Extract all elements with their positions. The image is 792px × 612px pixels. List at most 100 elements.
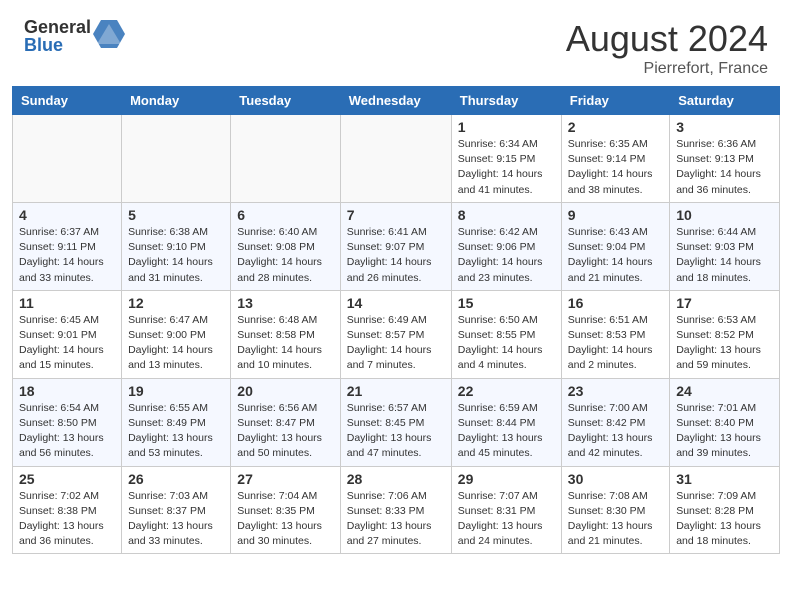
- day-number: 12: [128, 295, 224, 311]
- day-number: 23: [568, 383, 663, 399]
- calendar-day-cell: 3 Sunrise: 6:36 AM Sunset: 9:13 PM Daylig…: [670, 115, 780, 203]
- location: Pierrefort, France: [566, 60, 768, 78]
- day-number: 27: [237, 471, 333, 487]
- calendar-day-cell: 25 Sunrise: 7:02 AM Sunset: 8:38 PM Dayli…: [13, 466, 122, 554]
- day-info: Sunrise: 6:56 AM Sunset: 8:47 PM Dayligh…: [237, 401, 333, 462]
- day-number: 14: [347, 295, 445, 311]
- calendar-day-cell: [13, 115, 122, 203]
- day-number: 24: [676, 383, 773, 399]
- calendar-day-cell: 31 Sunrise: 7:09 AM Sunset: 8:28 PM Dayli…: [670, 466, 780, 554]
- day-number: 10: [676, 207, 773, 223]
- calendar-day-cell: 5Sunrise: 6:38 AM Sunset: 9:10 PM Daylig…: [122, 202, 231, 290]
- calendar-day-cell: 20 Sunrise: 6:56 AM Sunset: 8:47 PM Dayli…: [231, 378, 340, 466]
- calendar-day-cell: 15 Sunrise: 6:50 AM Sunset: 8:55 PM Dayli…: [451, 290, 561, 378]
- day-info: Sunrise: 6:43 AM Sunset: 9:04 PM Dayligh…: [568, 225, 663, 286]
- calendar-week-row: 11Sunrise: 6:45 AM Sunset: 9:01 PM Dayli…: [13, 290, 780, 378]
- calendar-day-cell: 6 Sunrise: 6:40 AM Sunset: 9:08 PM Daylig…: [231, 202, 340, 290]
- calendar-day-cell: 10 Sunrise: 6:44 AM Sunset: 9:03 PM Dayli…: [670, 202, 780, 290]
- day-info: Sunrise: 6:59 AM Sunset: 8:44 PM Dayligh…: [458, 401, 555, 462]
- day-info: Sunrise: 6:51 AM Sunset: 8:53 PM Dayligh…: [568, 313, 663, 374]
- day-info: Sunrise: 6:41 AM Sunset: 9:07 PM Dayligh…: [347, 225, 445, 286]
- day-number: 17: [676, 295, 773, 311]
- calendar-day-cell: 27 Sunrise: 7:04 AM Sunset: 8:35 PM Dayli…: [231, 466, 340, 554]
- day-info: Sunrise: 6:44 AM Sunset: 9:03 PM Dayligh…: [676, 225, 773, 286]
- day-info: Sunrise: 6:53 AM Sunset: 8:52 PM Dayligh…: [676, 313, 773, 374]
- day-info: Sunrise: 6:57 AM Sunset: 8:45 PM Dayligh…: [347, 401, 445, 462]
- day-info: Sunrise: 6:50 AM Sunset: 8:55 PM Dayligh…: [458, 313, 555, 374]
- day-info: Sunrise: 7:03 AM Sunset: 8:37 PM Dayligh…: [128, 489, 224, 550]
- day-number: 5: [128, 207, 224, 223]
- day-info: Sunrise: 7:00 AM Sunset: 8:42 PM Dayligh…: [568, 401, 663, 462]
- day-info: Sunrise: 7:01 AM Sunset: 8:40 PM Dayligh…: [676, 401, 773, 462]
- day-info: Sunrise: 6:48 AM Sunset: 8:58 PM Dayligh…: [237, 313, 333, 374]
- month-title: August 2024: [566, 18, 768, 60]
- day-number: 15: [458, 295, 555, 311]
- day-number: 3: [676, 119, 773, 135]
- calendar-day-cell: [122, 115, 231, 203]
- calendar-day-cell: 1Sunrise: 6:34 AM Sunset: 9:15 PM Daylig…: [451, 115, 561, 203]
- calendar-day-cell: 13 Sunrise: 6:48 AM Sunset: 8:58 PM Dayli…: [231, 290, 340, 378]
- day-info: Sunrise: 7:06 AM Sunset: 8:33 PM Dayligh…: [347, 489, 445, 550]
- day-number: 22: [458, 383, 555, 399]
- day-number: 26: [128, 471, 224, 487]
- day-number: 8: [458, 207, 555, 223]
- day-number: 18: [19, 383, 115, 399]
- day-number: 20: [237, 383, 333, 399]
- day-number: 4: [19, 207, 115, 223]
- calendar-day-header: Monday: [122, 87, 231, 115]
- calendar-day-cell: 19 Sunrise: 6:55 AM Sunset: 8:49 PM Dayli…: [122, 378, 231, 466]
- day-info: Sunrise: 6:36 AM Sunset: 9:13 PM Dayligh…: [676, 137, 773, 198]
- day-info: Sunrise: 7:09 AM Sunset: 8:28 PM Dayligh…: [676, 489, 773, 550]
- day-info: Sunrise: 6:35 AM Sunset: 9:14 PM Dayligh…: [568, 137, 663, 198]
- day-info: Sunrise: 6:42 AM Sunset: 9:06 PM Dayligh…: [458, 225, 555, 286]
- calendar-day-cell: 14 Sunrise: 6:49 AM Sunset: 8:57 PM Dayli…: [340, 290, 451, 378]
- calendar-day-cell: 17 Sunrise: 6:53 AM Sunset: 8:52 PM Dayli…: [670, 290, 780, 378]
- calendar-day-cell: 29Sunrise: 7:07 AM Sunset: 8:31 PM Dayli…: [451, 466, 561, 554]
- calendar-day-cell: 21 Sunrise: 6:57 AM Sunset: 8:45 PM Dayli…: [340, 378, 451, 466]
- title-area: August 2024 Pierrefort, France: [566, 18, 768, 78]
- calendar-week-row: 25 Sunrise: 7:02 AM Sunset: 8:38 PM Dayli…: [13, 466, 780, 554]
- logo-text: General Blue: [24, 18, 91, 54]
- calendar-day-cell: 18Sunrise: 6:54 AM Sunset: 8:50 PM Dayli…: [13, 378, 122, 466]
- day-number: 6: [237, 207, 333, 223]
- calendar-day-header: Tuesday: [231, 87, 340, 115]
- day-info: Sunrise: 7:02 AM Sunset: 8:38 PM Dayligh…: [19, 489, 115, 550]
- logo-blue: Blue: [24, 36, 91, 54]
- calendar-day-cell: 26 Sunrise: 7:03 AM Sunset: 8:37 PM Dayli…: [122, 466, 231, 554]
- calendar-day-cell: 7 Sunrise: 6:41 AM Sunset: 9:07 PM Daylig…: [340, 202, 451, 290]
- day-info: Sunrise: 6:49 AM Sunset: 8:57 PM Dayligh…: [347, 313, 445, 374]
- calendar-day-cell: 11Sunrise: 6:45 AM Sunset: 9:01 PM Dayli…: [13, 290, 122, 378]
- day-number: 21: [347, 383, 445, 399]
- page-header: General Blue August 2024 Pierrefort, Fra…: [0, 0, 792, 86]
- day-info: Sunrise: 6:45 AM Sunset: 9:01 PM Dayligh…: [19, 313, 115, 374]
- calendar-day-cell: 16 Sunrise: 6:51 AM Sunset: 8:53 PM Dayli…: [561, 290, 669, 378]
- day-info: Sunrise: 6:55 AM Sunset: 8:49 PM Dayligh…: [128, 401, 224, 462]
- day-number: 13: [237, 295, 333, 311]
- day-info: Sunrise: 7:04 AM Sunset: 8:35 PM Dayligh…: [237, 489, 333, 550]
- calendar-day-cell: 23 Sunrise: 7:00 AM Sunset: 8:42 PM Dayli…: [561, 378, 669, 466]
- day-number: 16: [568, 295, 663, 311]
- calendar-day-cell: 28Sunrise: 7:06 AM Sunset: 8:33 PM Dayli…: [340, 466, 451, 554]
- day-number: 31: [676, 471, 773, 487]
- calendar-container: SundayMondayTuesdayWednesdayThursdayFrid…: [0, 86, 792, 566]
- day-number: 7: [347, 207, 445, 223]
- calendar-day-header: Wednesday: [340, 87, 451, 115]
- day-number: 19: [128, 383, 224, 399]
- day-number: 2: [568, 119, 663, 135]
- calendar-day-header: Friday: [561, 87, 669, 115]
- day-info: Sunrise: 6:37 AM Sunset: 9:11 PM Dayligh…: [19, 225, 115, 286]
- calendar-header-row: SundayMondayTuesdayWednesdayThursdayFrid…: [13, 87, 780, 115]
- calendar-week-row: 18Sunrise: 6:54 AM Sunset: 8:50 PM Dayli…: [13, 378, 780, 466]
- calendar-day-header: Thursday: [451, 87, 561, 115]
- day-info: Sunrise: 6:34 AM Sunset: 9:15 PM Dayligh…: [458, 137, 555, 198]
- day-info: Sunrise: 6:40 AM Sunset: 9:08 PM Dayligh…: [237, 225, 333, 286]
- day-number: 25: [19, 471, 115, 487]
- day-info: Sunrise: 6:47 AM Sunset: 9:00 PM Dayligh…: [128, 313, 224, 374]
- calendar-day-cell: 2 Sunrise: 6:35 AM Sunset: 9:14 PM Daylig…: [561, 115, 669, 203]
- logo-general: General: [24, 18, 91, 36]
- calendar-table: SundayMondayTuesdayWednesdayThursdayFrid…: [12, 86, 780, 554]
- calendar-day-cell: 9 Sunrise: 6:43 AM Sunset: 9:04 PM Daylig…: [561, 202, 669, 290]
- day-number: 30: [568, 471, 663, 487]
- day-number: 9: [568, 207, 663, 223]
- calendar-day-header: Sunday: [13, 87, 122, 115]
